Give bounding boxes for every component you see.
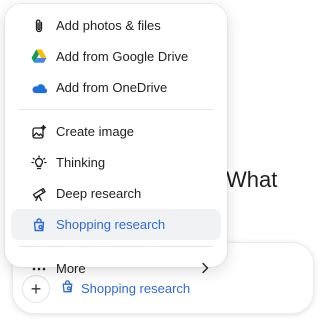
menu-item-label: Add from OneDrive: [56, 80, 168, 95]
menu-item-add-photos-files[interactable]: Add photos & files: [11, 10, 221, 41]
menu-divider: [19, 109, 213, 110]
ellipsis-icon: [31, 261, 47, 277]
menu-item-create-image[interactable]: Create image: [11, 116, 221, 147]
lightbulb-icon: [31, 154, 47, 171]
paperclip-icon: [31, 18, 47, 34]
menu-item-google-drive[interactable]: Add from Google Drive: [11, 41, 221, 72]
page-heading: What: [226, 167, 278, 192]
menu-item-thinking[interactable]: Thinking: [11, 147, 221, 178]
google-drive-icon: [31, 49, 47, 65]
menu-item-label: Create image: [56, 124, 135, 139]
menu-item-label: Deep research: [56, 186, 142, 201]
menu-item-label: Shopping research: [56, 217, 166, 232]
menu-item-shopping-research[interactable]: Shopping research: [11, 209, 221, 240]
telescope-icon: [31, 186, 47, 202]
image-sparkle-icon: [31, 124, 47, 140]
menu-item-onedrive[interactable]: Add from OneDrive: [11, 72, 221, 103]
menu-item-label: Thinking: [56, 155, 106, 170]
menu-item-more[interactable]: More: [11, 253, 221, 284]
menu-item-deep-research[interactable]: Deep research: [11, 178, 221, 209]
menu-divider: [19, 246, 213, 247]
onedrive-icon: [31, 80, 47, 96]
menu-item-label: Add photos & files: [56, 18, 161, 33]
chevron-right-icon: [199, 261, 211, 275]
menu-item-label: More: [56, 261, 86, 276]
attach-tools-menu: Add photos & files Add from Google Drive…: [5, 4, 227, 276]
shopping-bag-icon: [31, 217, 47, 233]
menu-item-label: Add from Google Drive: [56, 49, 189, 64]
